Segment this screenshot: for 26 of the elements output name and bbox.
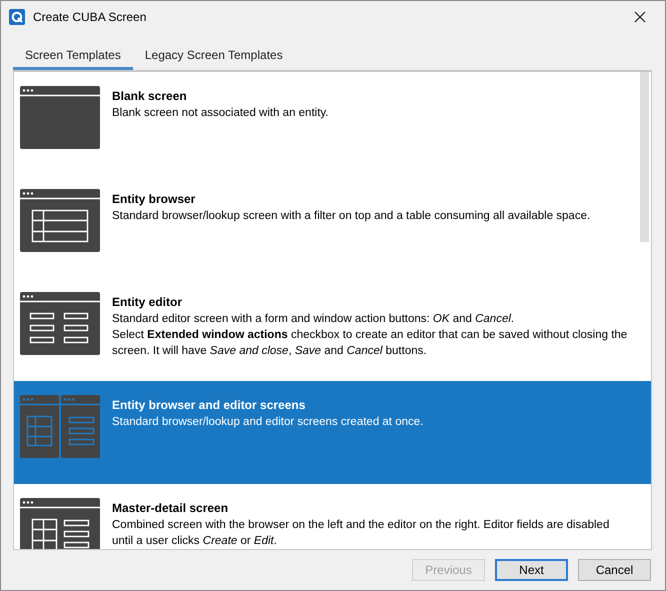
template-title: Entity editor	[112, 294, 184, 310]
form-window-icon	[20, 292, 100, 356]
template-title: Entity browser	[112, 191, 196, 207]
cancel-button[interactable]: Cancel	[578, 559, 651, 581]
template-description: Combined screen with the browser on the left and the editor on the right. Editor fields are disabled until a user clicks Create or Edit.	[112, 518, 610, 549]
close-icon[interactable]	[634, 10, 646, 22]
template-item[interactable]: Blank screen Blank screen not associated with an entity.	[14, 72, 651, 175]
tab[interactable]: Legacy Screen Templates	[132, 42, 295, 70]
template-item[interactable]: Entity browser Standard browser/lookup screen with a filter on top and a table consuming all available space.	[14, 175, 651, 278]
template-description: Blank screen not associated with an entity.	[112, 106, 330, 121]
next-button[interactable]: Next	[495, 559, 568, 581]
template-title: Entity browser and editor screens	[112, 397, 306, 413]
template-description: Select Extended window actions checkbox to create an editor that can be saved without closing the screen. It will have Save and close, Save and Cancel buttons.	[112, 328, 628, 359]
window-title: Create CUBA Screen	[33, 10, 148, 24]
scrollbar-thumb[interactable]	[640, 72, 649, 242]
blank-window-icon	[20, 86, 100, 150]
template-title: Blank screen	[112, 88, 188, 104]
template-description: Standard editor screen with a form and window action buttons: OK and Cancel.	[112, 312, 516, 327]
template-description: Standard browser/lookup and editor screens created at once.	[112, 415, 424, 430]
app-logo-icon	[9, 8, 25, 24]
template-title: Master-detail screen	[112, 500, 230, 516]
template-item[interactable]: Master-detail screen Combined screen with the browser on the left and the editor on the right. Editor fields are disabled until a user clicks Create or Edit.	[14, 484, 651, 549]
two-windows-icon	[20, 395, 100, 459]
template-description: Standard browser/lookup screen with a filter on top and a table consuming all available space.	[112, 209, 592, 224]
template-item[interactable]: Entity browser and editor screens Standard browser/lookup and editor screens created at once.	[14, 381, 651, 484]
table-window-icon	[20, 189, 100, 253]
